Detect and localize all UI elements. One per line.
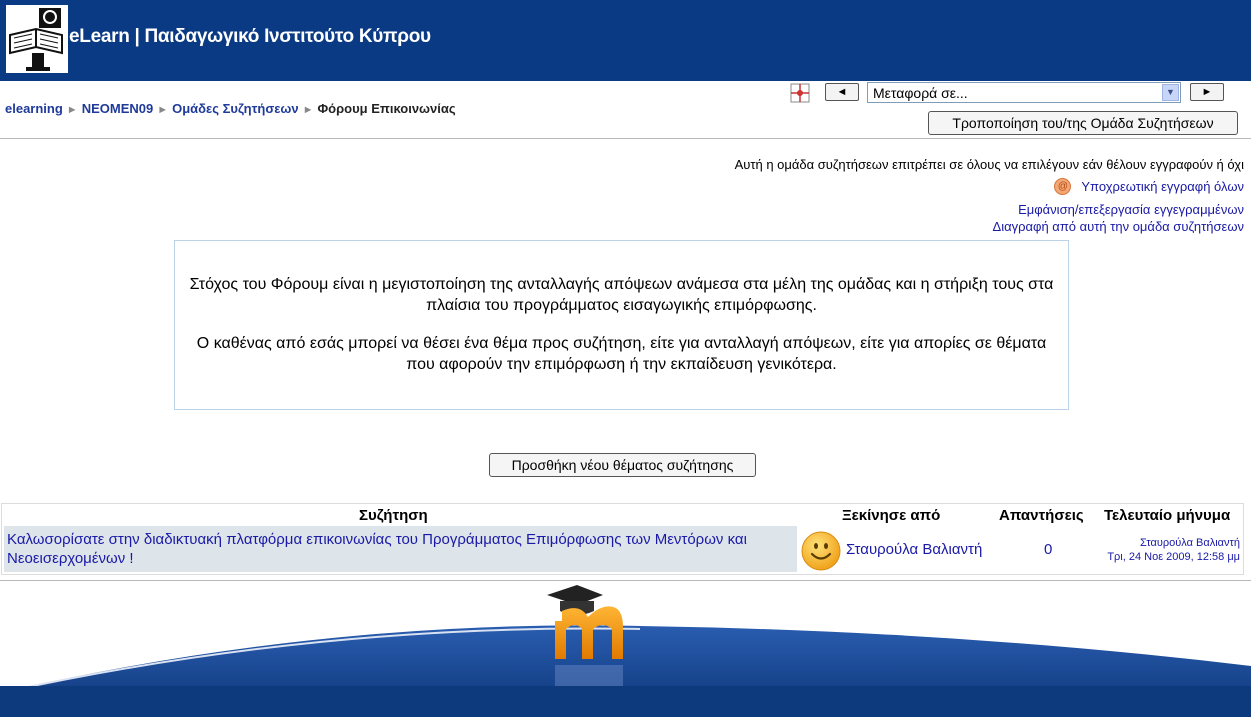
table-row: Καλωσορίσατε στην διαδικτυακή πλατφόρμα … [4,526,797,572]
breadcrumb-elearning[interactable]: elearning [5,101,63,116]
breadcrumb-course[interactable]: NEOMEN09 [82,101,154,116]
forum-intro-box: Στόχος του Φόρουμ είναι η μεγιστοποίηση … [174,240,1069,410]
next-activity-button[interactable]: ► [1190,83,1224,101]
header-last-post[interactable]: Τελευταίο μήνυμα [1104,507,1230,524]
show-subscribers-link[interactable]: Εμφάνιση/επεξεργασία εγγεγραμμένων [1018,202,1244,217]
navigation-bar: elearning ► NEOMEN09 ► Ομάδες Συζητήσεων ► Φόρ… [0,81,1251,139]
force-subscription-link[interactable]: Υποχρεωτική εγγραφή όλων [1081,179,1244,194]
site-header: eLearn | Παιδαγωγικό Ινστιτούτο Κύπρου [0,0,1251,81]
unsubscribe-link[interactable]: Διαγραφή από αυτή την ομάδα συζητήσεων [993,219,1244,234]
site-title: eLearn | Παιδαγωγικό Ινστιτούτο Κύπρου [69,26,431,47]
breadcrumb-separator-icon: ► [302,104,314,116]
header-replies[interactable]: Απαντήσεις [999,507,1084,524]
navigation-menu-icon[interactable] [790,83,810,103]
header-started-by[interactable]: Ξεκίνησε από [842,507,940,524]
last-post-date-link[interactable]: Τρι, 24 Νοε 2009, 12:58 μμ [1107,551,1240,563]
discussion-author-link[interactable]: Σταυρούλα Βαλιαντή [846,541,982,558]
intro-paragraph: Στόχος του Φόρουμ είναι η μεγιστοποίηση … [189,276,1054,314]
subscription-icon: @ [1054,178,1072,195]
force-subscription: @ Υποχρεωτική εγγραφή όλων [1054,178,1244,195]
header-discussion[interactable]: Συζήτηση [359,507,428,524]
user-avatar-smiley-icon[interactable] [801,531,841,571]
previous-activity-button[interactable]: ◄ [825,83,859,101]
jump-to-select[interactable]: Μεταφορά σε... ▼ [867,82,1181,103]
breadcrumb: elearning ► NEOMEN09 ► Ομάδες Συζητήσεων ► Φόρ… [5,101,456,116]
chevron-down-icon[interactable]: ▼ [1162,84,1179,101]
breadcrumb-separator-icon: ► [157,104,169,116]
breadcrumb-current: Φόρουμ Επικοινωνίας [317,101,456,116]
breadcrumb-separator-icon: ► [66,104,78,116]
subscription-info: Αυτή η ομάδα συζητήσεων επιτρέπει σε όλο… [734,157,1244,172]
add-discussion-topic-button[interactable]: Προσθήκη νέου θέματος συζήτησης [489,453,756,477]
breadcrumb-forums[interactable]: Ομάδες Συζητήσεων [172,101,298,116]
discussion-replies-link[interactable]: 0 [1044,541,1052,558]
intro-paragraph: Ο καθένας από εσάς μπορεί να θέσει ένα θ… [196,335,1047,373]
book-reader-icon[interactable] [6,5,68,73]
page-footer [0,581,1251,717]
last-post-author-link[interactable]: Σταυρούλα Βαλιαντή [1140,537,1240,549]
edit-forum-button[interactable]: Τροποποίηση του/της Ομάδα Συζητήσεων [928,111,1238,135]
discussion-table: Συζήτηση Ξεκίνησε από Απαντήσεις Τελευτα… [1,503,1244,575]
discussion-topic-link[interactable]: Καλωσορίσατε στην διαδικτυακή πλατφόρμα … [7,530,797,568]
jump-to-value: Μεταφορά σε... [873,85,968,101]
